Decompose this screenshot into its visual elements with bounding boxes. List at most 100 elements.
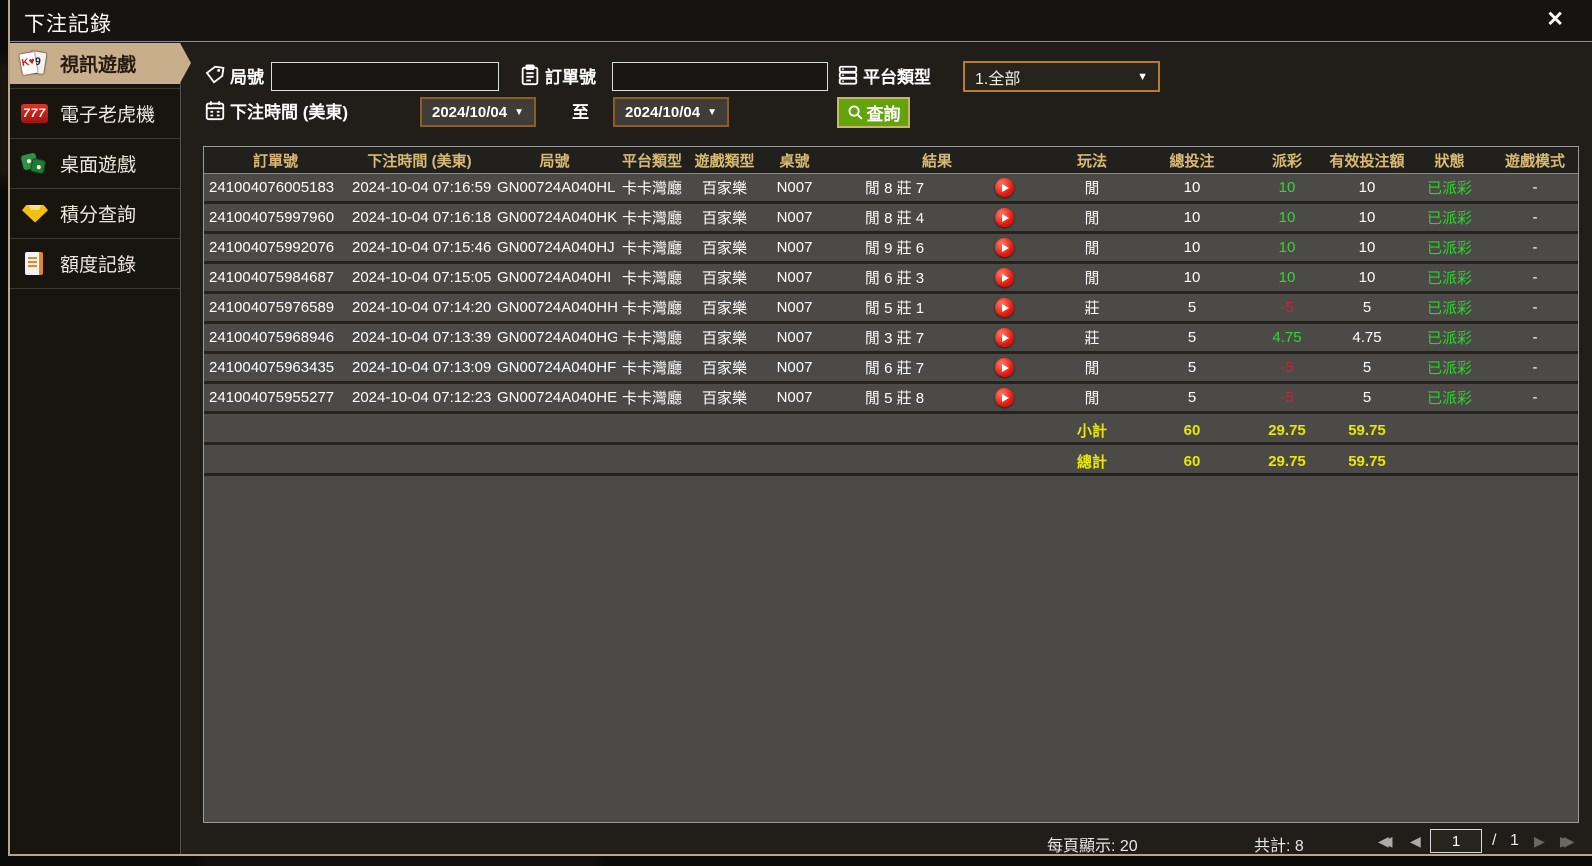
gem-icon (20, 200, 50, 228)
sidebar-item-points-query[interactable]: 積分查詢 (10, 193, 180, 234)
sidebar-item-slots[interactable]: 777 電子老虎機 (10, 93, 180, 134)
total-bet-cell: 10 (1183, 179, 1201, 196)
result-text: 閒 6 莊 3 (864, 270, 925, 287)
subtotal-payout: 29.75 (1268, 421, 1306, 439)
platform-type-select[interactable]: 1.全部 ▼ (963, 61, 1160, 92)
total-label: 總計 (1076, 453, 1107, 471)
valid-bet-cell: 10 (1358, 209, 1376, 226)
play-type-cell: 莊 (1084, 300, 1100, 317)
column-header: 遊戲類型 (694, 152, 755, 170)
valid-bet-cell: 10 (1358, 239, 1376, 256)
replay-play-icon[interactable] (995, 178, 1014, 197)
date-to-picker[interactable]: 2024/10/04 ▼ (613, 97, 729, 127)
table-header-row: 訂單號 下注時間 (美東) 局號 平台類型 遊戲類型 桌號 結果 玩法 總投注 派彩 有效投注額 狀態… (204, 147, 1578, 174)
bet-time-cell: 2024-10-04 07:14:20 (352, 299, 492, 316)
bet-records-table: 訂單號 下注時間 (美東) 局號 平台類型 遊戲類型 桌號 結果 玩法 總投注 派彩 有效投注額 狀態… (203, 146, 1579, 823)
game-mode-cell: - (1532, 329, 1538, 346)
last-page-button[interactable]: ▶▶ (1560, 833, 1575, 850)
column-header: 桌號 (779, 152, 810, 170)
record-total-label: 共計: 8 (1254, 838, 1304, 855)
page-number-input[interactable] (1430, 829, 1482, 853)
first-page-button[interactable]: ◀◀ (1378, 833, 1393, 850)
platform-type-label: 平台類型 (863, 68, 931, 87)
search-button[interactable]: 查詢 (837, 97, 910, 128)
total-valid-bet: 59.75 (1348, 452, 1386, 470)
payout-cell: -5 (1280, 359, 1294, 376)
result-text: 閒 5 莊 8 (864, 390, 925, 407)
replay-play-icon[interactable] (995, 238, 1014, 257)
tag-icon (205, 65, 225, 84)
replay-play-icon[interactable] (995, 358, 1014, 377)
replay-play-icon[interactable] (995, 328, 1014, 347)
bet-time-label: 下注時間 (美東) (230, 103, 349, 122)
replay-play-icon[interactable] (995, 298, 1014, 317)
search-icon (848, 105, 863, 120)
order-no-cell: 241004075963435 (209, 359, 335, 376)
valid-bet-cell: 5 (1362, 299, 1372, 316)
column-header: 玩法 (1076, 152, 1107, 170)
column-header: 局號 (539, 152, 570, 170)
sidebar-item-table-games[interactable]: 桌面遊戲 (10, 143, 180, 184)
play-type-cell: 閒 (1084, 240, 1100, 257)
play-type-cell: 閒 (1084, 180, 1100, 197)
prev-page-button[interactable]: ◀ (1410, 833, 1421, 850)
table-row: 241004075968946 2024-10-04 07:13:39 GN0072… (204, 324, 1578, 354)
date-to-label: 至 (572, 103, 589, 122)
column-header: 平台類型 (621, 152, 682, 170)
game-type-cell: 百家樂 (701, 390, 747, 407)
round-no-input[interactable] (271, 62, 499, 91)
next-page-button[interactable]: ▶ (1534, 833, 1545, 850)
order-no-label: 訂單號 (545, 68, 596, 87)
clipboard-icon (521, 64, 539, 86)
close-icon[interactable]: ✕ (1546, 8, 1564, 32)
table-row: 241004075992076 2024-10-04 07:15:46 GN0072… (204, 234, 1578, 264)
replay-play-icon[interactable] (995, 208, 1014, 227)
order-no-input[interactable] (612, 62, 828, 91)
game-mode-cell: - (1532, 239, 1538, 256)
round-no-cell: GN00724A040HK (497, 209, 617, 226)
game-type-cell: 百家樂 (701, 300, 747, 317)
table-no-cell: N007 (776, 299, 813, 316)
bet-time-cell: 2024-10-04 07:16:59 (352, 179, 492, 196)
table-no-cell: N007 (776, 359, 813, 376)
table-row: 241004075955277 2024-10-04 07:12:23 GN0072… (204, 384, 1578, 414)
subtotal-total-bet: 60 (1183, 421, 1201, 439)
sidebar-item-label: 電子老虎機 (60, 105, 156, 126)
subtotal-valid-bet: 59.75 (1348, 421, 1386, 439)
column-header: 派彩 (1271, 152, 1302, 170)
valid-bet-cell: 5 (1362, 389, 1372, 406)
betting-records-modal: 下注記錄 ✕ 9 K♥ 視訊遊戲 777 電子老虎機 桌面遊戲 積分查詢 額度記錄 (8, 0, 1592, 856)
platform-cell: 卡卡灣廳 (621, 360, 682, 377)
platform-cell: 卡卡灣廳 (621, 300, 682, 317)
main-panel: 局號 訂單號 平台類型 1.全部 ▼ 下注時間 (美東) 2024/10/04 … (182, 43, 1592, 855)
bet-time-cell: 2024-10-04 07:13:09 (352, 359, 492, 376)
game-type-cell: 百家樂 (701, 240, 747, 257)
replay-play-icon[interactable] (995, 268, 1014, 287)
platform-cell: 卡卡灣廳 (621, 330, 682, 347)
column-header: 總投注 (1169, 152, 1215, 170)
search-button-label: 查詢 (866, 105, 901, 124)
replay-play-icon[interactable] (995, 388, 1014, 407)
round-no-cell: GN00724A040HJ (497, 239, 615, 256)
dice-icon (20, 150, 50, 178)
table-no-cell: N007 (776, 209, 813, 226)
order-no-cell: 241004076005183 (209, 179, 335, 196)
bet-time-cell: 2024-10-04 07:16:18 (352, 209, 492, 226)
divider (10, 188, 180, 189)
result-text: 閒 8 莊 4 (864, 210, 925, 227)
date-from-picker[interactable]: 2024/10/04 ▼ (420, 97, 536, 127)
sidebar-item-video-games[interactable]: 9 K♥ 視訊遊戲 (10, 43, 191, 84)
payout-cell: 10 (1278, 269, 1296, 286)
status-cell: 已派彩 (1426, 300, 1472, 317)
result-text: 閒 6 莊 7 (864, 360, 925, 377)
column-header: 遊戲模式 (1504, 152, 1565, 170)
status-cell: 已派彩 (1426, 210, 1472, 227)
result-text: 閒 3 莊 7 (864, 330, 925, 347)
background-game-bleed (0, 60, 8, 180)
bet-time-cell: 2024-10-04 07:15:05 (352, 269, 492, 286)
game-mode-cell: - (1532, 179, 1538, 196)
total-bet-cell: 10 (1183, 269, 1201, 286)
subtotal-label: 小計 (1076, 422, 1107, 440)
total-bet-cell: 5 (1187, 389, 1197, 406)
sidebar-item-credit-records[interactable]: 額度記錄 (10, 243, 180, 284)
